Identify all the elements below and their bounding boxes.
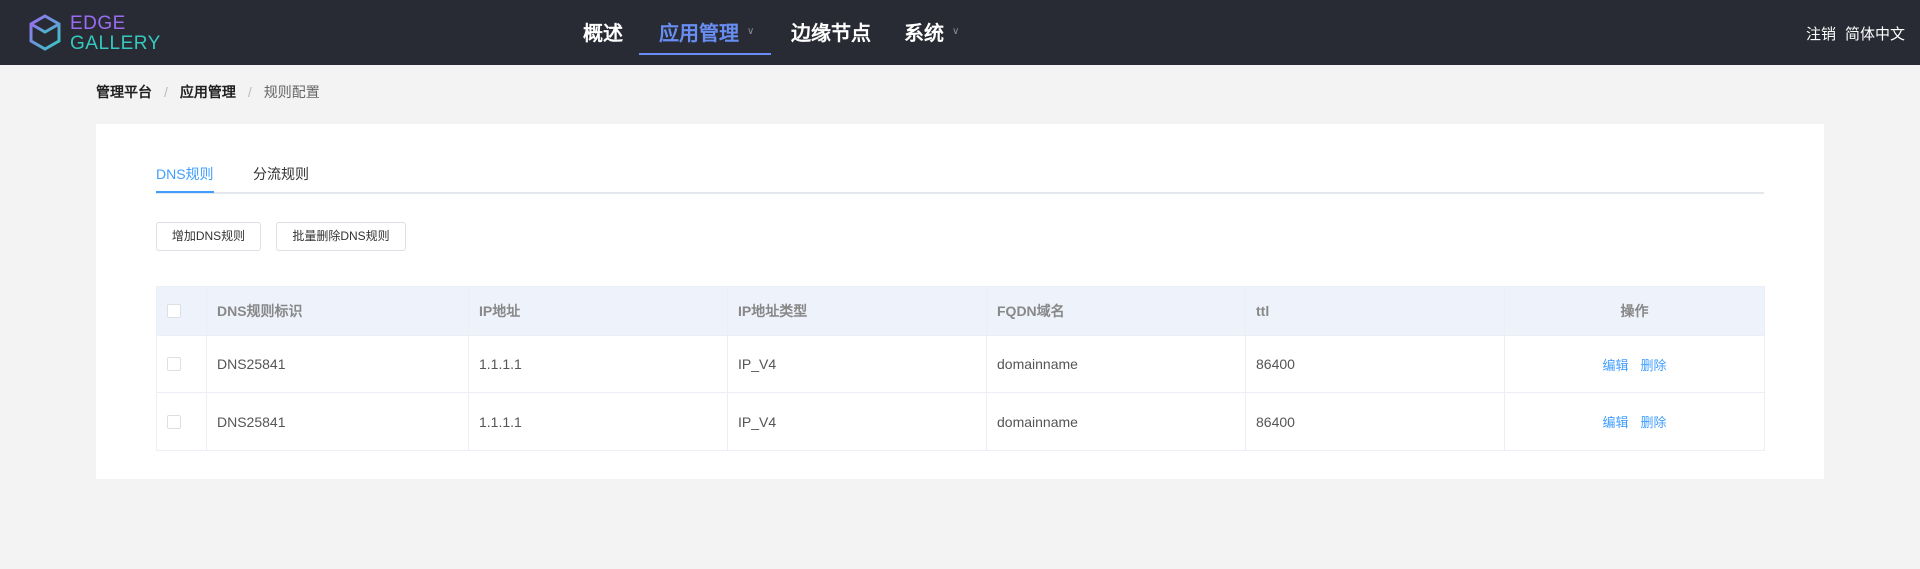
row-checkbox[interactable] bbox=[167, 414, 181, 429]
column-header-dns-id: DNS规则标识 bbox=[207, 287, 469, 335]
logout-link[interactable]: 注销 bbox=[1806, 0, 1836, 65]
cube-logo-icon bbox=[29, 14, 61, 51]
cell-fqdn: domainname bbox=[987, 336, 1246, 392]
brand-logo[interactable]: EDGE GALLERY bbox=[28, 14, 168, 54]
cell-actions: 编辑 删除 bbox=[1505, 336, 1764, 392]
table-row: DNS25841 1.1.1.1 IP_V4 domainname 86400 … bbox=[157, 393, 1764, 450]
tab-traffic-rules[interactable]: 分流规则 bbox=[253, 165, 309, 183]
cell-ip: 1.1.1.1 bbox=[469, 336, 728, 392]
nav-item-label: 系统 bbox=[904, 23, 944, 45]
column-header-ttl: ttl bbox=[1246, 287, 1505, 335]
column-header-ip-type: IP地址类型 bbox=[728, 287, 987, 335]
cell-ip: 1.1.1.1 bbox=[469, 393, 728, 450]
chevron-down-icon: ∨ bbox=[952, 25, 960, 37]
brand-line2: GALLERY bbox=[70, 33, 161, 54]
delete-link[interactable]: 删除 bbox=[1641, 412, 1667, 431]
brand-line1: EDGE bbox=[70, 13, 126, 34]
cell-fqdn: domainname bbox=[987, 393, 1246, 450]
header-select-cell bbox=[157, 287, 207, 335]
column-header-fqdn: FQDN域名 bbox=[987, 287, 1246, 335]
breadcrumb-separator: / bbox=[247, 84, 252, 100]
edit-link[interactable]: 编辑 bbox=[1602, 355, 1628, 374]
breadcrumb-item-current: 规则配置 bbox=[263, 84, 320, 100]
top-navbar: EDGE GALLERY 概述 应用管理 ∨ 边缘节点 系统 ∨ 注销 简体中文 bbox=[0, 0, 1920, 65]
nav-item-edge-nodes[interactable]: 边缘节点 bbox=[791, 0, 871, 65]
select-all-checkbox[interactable] bbox=[167, 304, 181, 318]
edit-link[interactable]: 编辑 bbox=[1602, 412, 1628, 431]
language-switch[interactable]: 简体中文 bbox=[1845, 0, 1905, 65]
breadcrumb-item-platform[interactable]: 管理平台 bbox=[96, 84, 152, 100]
rule-tabs: DNS规则 分流规则 bbox=[156, 165, 1764, 194]
row-select-cell bbox=[157, 393, 207, 450]
cell-ttl: 86400 bbox=[1246, 336, 1505, 392]
cell-ttl: 86400 bbox=[1246, 393, 1505, 450]
cell-actions: 编辑 删除 bbox=[1505, 393, 1764, 450]
dns-rules-table: DNS规则标识 IP地址 IP地址类型 FQDN域名 ttl 操作 DNS258… bbox=[156, 286, 1765, 451]
breadcrumb: 管理平台 / 应用管理 / 规则配置 bbox=[96, 84, 320, 100]
column-header-actions: 操作 bbox=[1620, 303, 1649, 319]
delete-link[interactable]: 删除 bbox=[1641, 355, 1667, 374]
nav-item-overview[interactable]: 概述 bbox=[583, 0, 623, 65]
column-header-ip: IP地址 bbox=[469, 287, 728, 335]
table-row: DNS25841 1.1.1.1 IP_V4 domainname 86400 … bbox=[157, 336, 1764, 393]
cell-dns-id: DNS25841 bbox=[207, 336, 469, 392]
table-header-row: DNS规则标识 IP地址 IP地址类型 FQDN域名 ttl 操作 bbox=[157, 287, 1764, 336]
cell-ip-type: IP_V4 bbox=[728, 336, 987, 392]
row-checkbox[interactable] bbox=[167, 357, 181, 371]
tab-dns-rules[interactable]: DNS规则 bbox=[156, 165, 214, 183]
breadcrumb-separator: / bbox=[164, 84, 168, 100]
nav-item-system[interactable]: 系统 ∨ bbox=[904, 0, 959, 65]
add-dns-rule-button[interactable]: 增加DNS规则 bbox=[156, 222, 261, 251]
nav-item-label: 应用管理 bbox=[659, 23, 739, 45]
chevron-down-icon: ∨ bbox=[747, 25, 755, 37]
nav-item-label: 边缘节点 bbox=[791, 23, 871, 45]
cell-dns-id: DNS25841 bbox=[207, 393, 469, 450]
nav-active-indicator bbox=[639, 53, 771, 55]
row-select-cell bbox=[157, 336, 207, 392]
tab-active-indicator bbox=[156, 191, 214, 193]
nav-item-app-management[interactable]: 应用管理 ∨ bbox=[659, 0, 754, 65]
cell-ip-type: IP_V4 bbox=[728, 393, 987, 450]
batch-delete-dns-rules-button[interactable]: 批量删除DNS规则 bbox=[276, 222, 406, 251]
nav-item-label: 概述 bbox=[583, 23, 623, 45]
breadcrumb-item-app-management[interactable]: 应用管理 bbox=[180, 84, 236, 100]
